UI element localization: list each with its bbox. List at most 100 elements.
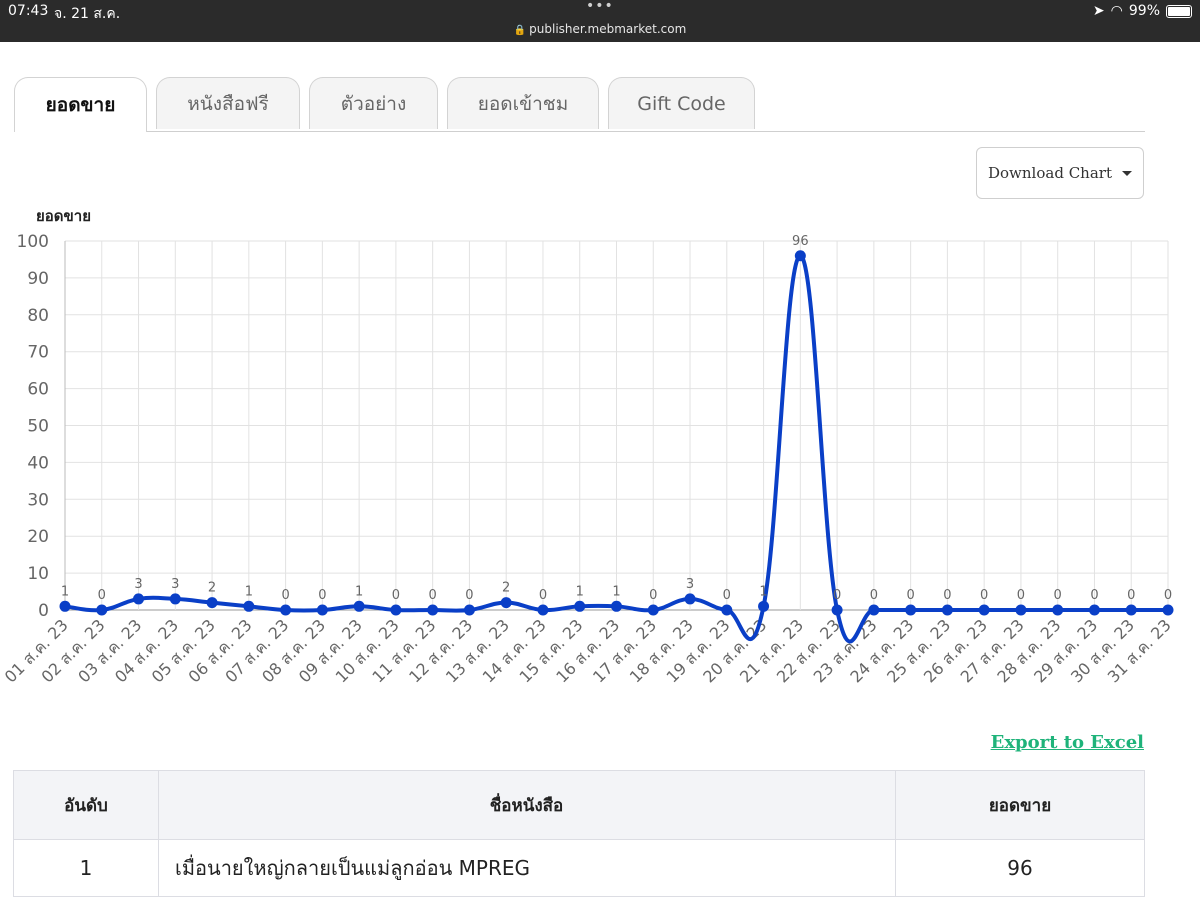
data-point: [905, 604, 917, 616]
data-point: [1125, 604, 1137, 616]
wifi-icon: ◠: [1110, 3, 1123, 19]
data-point: [390, 604, 402, 616]
data-label: 96: [792, 234, 809, 249]
data-point: [574, 600, 586, 612]
data-label: 3: [134, 577, 142, 592]
data-label: 0: [833, 588, 841, 603]
header-rank[interactable]: อันดับ: [13, 770, 159, 840]
data-point: [1015, 604, 1027, 616]
data-point: [831, 604, 843, 616]
data-label: 0: [98, 588, 106, 603]
y-tick-label: 80: [27, 306, 49, 326]
data-point: [169, 593, 181, 605]
status-bar: 07:43 จ. 21 ส.ค. ••• 🔒 publisher.mebmarke…: [0, 0, 1200, 42]
data-point: [280, 604, 292, 616]
data-label: 1: [355, 584, 363, 599]
data-label: 0: [429, 588, 437, 603]
url-text: publisher.mebmarket.com: [529, 22, 687, 36]
data-label: 0: [465, 588, 473, 603]
battery-icon: [1166, 4, 1192, 18]
y-tick-label: 90: [27, 269, 49, 289]
data-label: 2: [502, 581, 510, 596]
download-chart-label: Download Chart: [988, 164, 1112, 182]
data-point: [978, 604, 990, 616]
data-point: [941, 604, 953, 616]
tab-gift-code[interactable]: Gift Code: [608, 77, 755, 129]
data-label: 0: [870, 588, 878, 603]
data-label: 0: [980, 588, 988, 603]
data-label: 0: [1127, 588, 1135, 603]
data-point: [684, 593, 696, 605]
data-point: [427, 604, 439, 616]
data-point: [868, 604, 880, 616]
data-point: [794, 250, 806, 262]
data-label: 0: [723, 588, 731, 603]
data-label: 0: [943, 588, 951, 603]
header-book-name[interactable]: ชื่อหนังสือ: [158, 770, 896, 840]
data-label: 0: [392, 588, 400, 603]
multitask-dots-icon[interactable]: •••: [586, 0, 614, 14]
status-time: 07:43: [8, 3, 49, 19]
y-tick-label: 70: [27, 343, 49, 363]
y-tick-label: 10: [27, 564, 49, 584]
tab-free-books[interactable]: หนังสือฟรี: [156, 77, 300, 129]
data-point: [243, 600, 255, 612]
data-point: [206, 597, 218, 609]
y-tick-label: 20: [27, 527, 49, 547]
data-label: 3: [686, 577, 694, 592]
table-row: 1 เมื่อนายใหญ่กลายเป็นแม่ลูกอ่อน MPREG 9…: [13, 839, 1145, 897]
header-sales[interactable]: ยอดขาย: [895, 770, 1145, 840]
y-tick-label: 100: [17, 232, 49, 252]
data-label: 0: [906, 588, 914, 603]
data-point: [537, 604, 549, 616]
data-label: 0: [318, 588, 326, 603]
tab-preview[interactable]: ตัวอย่าง: [309, 77, 438, 129]
data-label: 0: [539, 588, 547, 603]
table-header-row: อันดับ ชื่อหนังสือ ยอดขาย: [13, 770, 1145, 840]
data-label: 1: [61, 584, 69, 599]
data-point: [353, 600, 365, 612]
report-tabs: ยอดขาย หนังสือฟรี ตัวอย่าง ยอดเข้าชม Gif…: [14, 77, 1145, 132]
data-point: [59, 600, 71, 612]
download-chart-button[interactable]: Download Chart: [976, 147, 1144, 199]
data-label: 1: [612, 584, 620, 599]
lock-icon: 🔒: [513, 25, 527, 36]
data-point: [96, 604, 108, 616]
data-point: [1052, 604, 1064, 616]
y-tick-label: 40: [27, 453, 49, 473]
data-label: 0: [1054, 588, 1062, 603]
data-label: 3: [171, 577, 179, 592]
status-indicators: ➤ ◠ 99%: [1093, 3, 1192, 19]
y-tick-label: 60: [27, 380, 49, 400]
cell-sales: 96: [895, 839, 1145, 897]
tab-views[interactable]: ยอดเข้าชม: [447, 77, 599, 129]
data-label: 0: [281, 588, 289, 603]
data-point: [647, 604, 659, 616]
address-bar[interactable]: 🔒 publisher.mebmarket.com: [0, 22, 1200, 36]
y-axis-label: ยอดขาย: [36, 207, 91, 225]
cell-rank: 1: [13, 839, 159, 897]
data-point: [133, 593, 145, 605]
sales-line-chart: ยอดขาย010203040506070809010001 ส.ค. 2302…: [1, 207, 1175, 686]
data-point: [500, 597, 512, 609]
data-label: 0: [1090, 588, 1098, 603]
y-tick-label: 30: [27, 490, 49, 510]
data-label: 1: [759, 584, 767, 599]
data-point: [721, 604, 733, 616]
battery-percent: 99%: [1128, 3, 1160, 19]
y-tick-label: 50: [27, 417, 49, 437]
data-label: 0: [1017, 588, 1025, 603]
caret-down-icon: [1121, 170, 1132, 176]
tab-sales[interactable]: ยอดขาย: [14, 77, 147, 132]
book-sales-table: อันดับ ชื่อหนังสือ ยอดขาย 1 เมื่อนายใหญ่…: [13, 770, 1145, 897]
export-to-excel-link[interactable]: Export to Excel: [991, 732, 1144, 753]
data-point: [1162, 604, 1174, 616]
data-label: 2: [208, 581, 216, 596]
data-point: [1088, 604, 1100, 616]
cell-book-name[interactable]: เมื่อนายใหญ่กลายเป็นแม่ลูกอ่อน MPREG: [158, 839, 896, 897]
y-tick-label: 0: [38, 601, 49, 621]
data-label: 1: [576, 584, 584, 599]
data-label: 1: [245, 584, 253, 599]
data-point: [758, 600, 770, 612]
data-label: 0: [649, 588, 657, 603]
